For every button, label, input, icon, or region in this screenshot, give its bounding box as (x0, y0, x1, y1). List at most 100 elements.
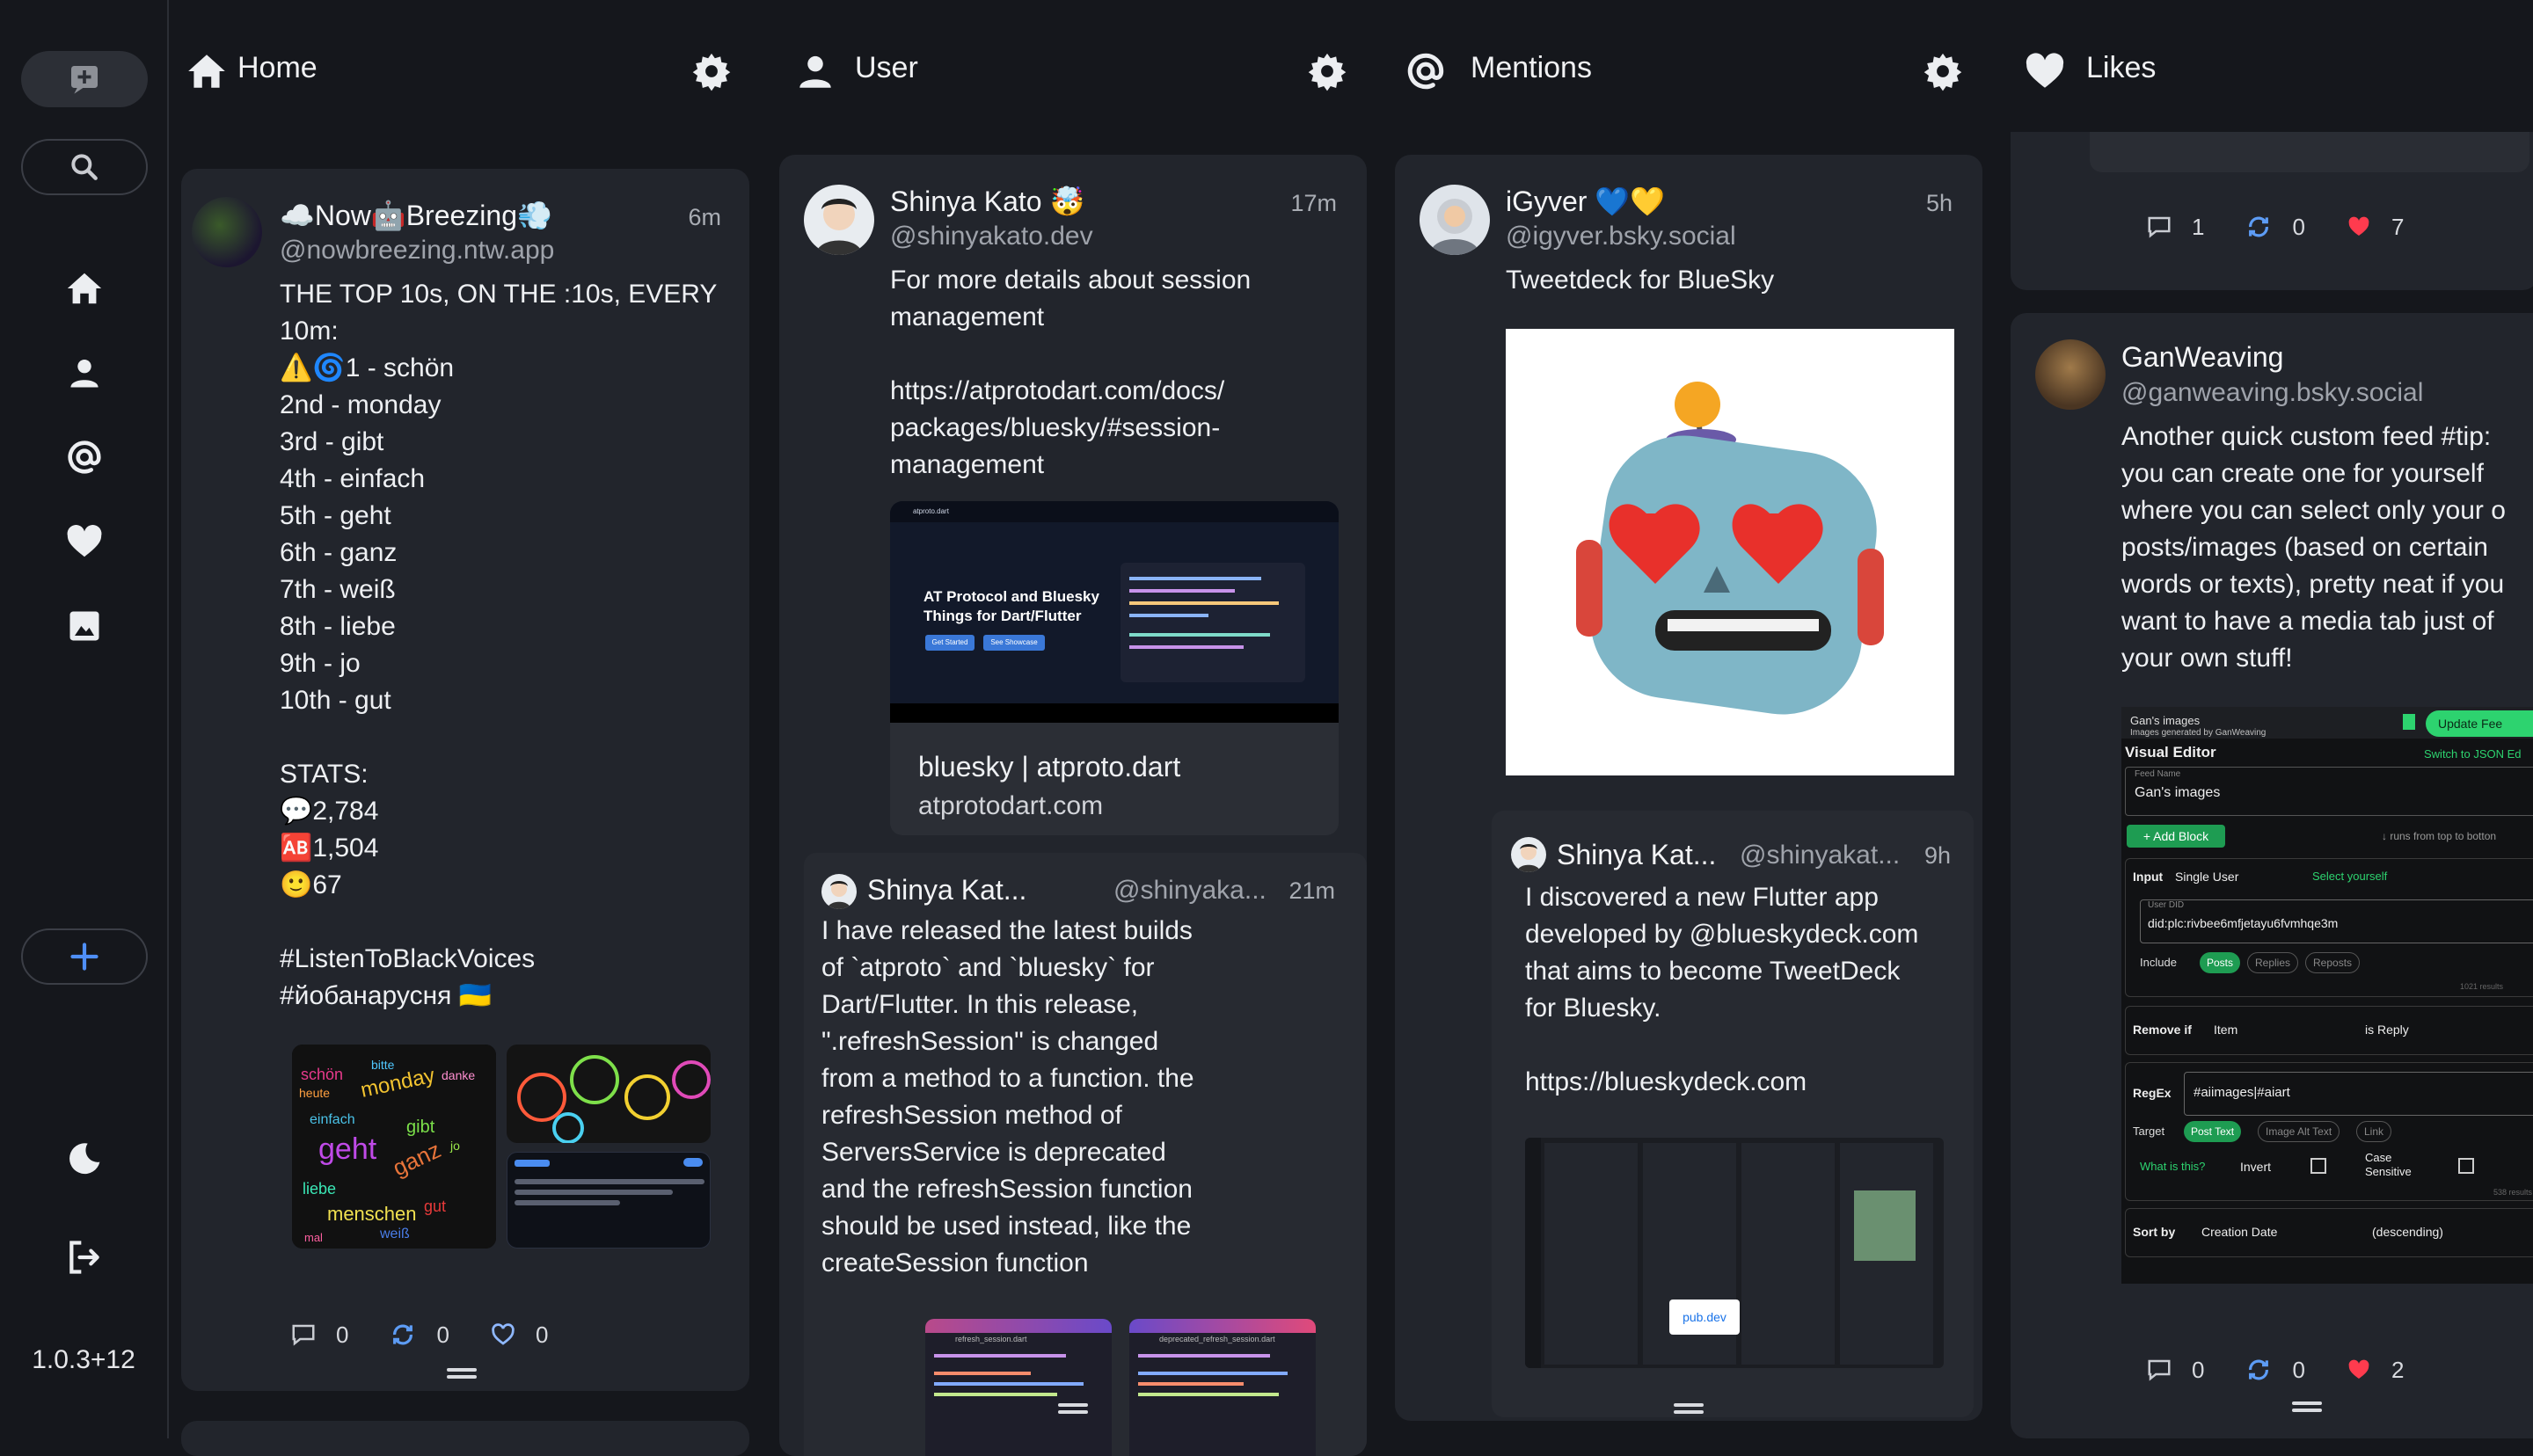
reply-count: 1 (2192, 213, 2205, 240)
column-title: Mentions (1471, 51, 1592, 84)
post-time: 17m (1290, 190, 1337, 216)
wordcloud-image[interactable]: schön monday einfach gibt geht ganz lieb… (292, 1045, 496, 1249)
repost-button[interactable]: 0 (2245, 1356, 2305, 1384)
quote-avatar[interactable] (1511, 837, 1546, 872)
reply-count: 0 (336, 1321, 349, 1348)
runs-hint: ↓ runs from top to botton (2382, 830, 2497, 842)
avatar[interactable] (192, 197, 262, 267)
post-card[interactable]: iGyver 💙💛 5h @igyver.bsky.social Tweetde… (1395, 155, 1982, 1421)
results-count: 1021 results (2460, 982, 2504, 991)
sort-value: Creation Date (2201, 1225, 2278, 1239)
sidebar-media[interactable] (60, 601, 109, 651)
wordcloud-word: einfach (310, 1112, 355, 1127)
like-button[interactable]: 0 (490, 1321, 548, 1349)
compose-button[interactable] (21, 51, 148, 107)
link-domain: atprotodart.com (918, 791, 1104, 820)
author-name[interactable]: iGyver 💙💛 (1506, 185, 1665, 218)
app-screenshot[interactable]: pub.dev (1525, 1138, 1944, 1368)
gear-icon[interactable] (1307, 51, 1347, 91)
post-card[interactable]: 1 0 7 (2011, 132, 2533, 290)
post-card[interactable] (181, 1421, 749, 1456)
author-name[interactable]: Shinya Kato 🤯 (890, 185, 1084, 218)
feed-name-value: Gan's images (2135, 785, 2221, 800)
heart-filled-icon (2348, 1359, 2369, 1379)
code-image[interactable]: refresh_session.dart (925, 1319, 1112, 1456)
user-icon (70, 359, 99, 388)
avatar[interactable] (1420, 185, 1490, 255)
chip-post-text: Post Text (2184, 1121, 2242, 1142)
quote-text: I discovered a new Flutter app developed… (1525, 883, 1919, 1096)
repost-icon (2249, 216, 2269, 237)
post-text: Another quick custom feed #tip: you can … (2121, 422, 2506, 673)
chip-link: Link (2356, 1121, 2392, 1142)
like-count: 0 (535, 1321, 549, 1348)
post-actions: 0 0 0 (290, 1321, 588, 1349)
robot-emoji-image[interactable] (1506, 329, 1954, 775)
drag-handle[interactable] (447, 1368, 477, 1379)
post-text: Tweetdeck for BlueSky (1506, 266, 1775, 295)
logout-icon (69, 1241, 99, 1274)
drag-handle[interactable] (2292, 1401, 2322, 1412)
post-card[interactable]: GanWeaving @ganweaving.bsky.social Anoth… (2011, 313, 2533, 1438)
reply-button[interactable]: 0 (290, 1321, 348, 1349)
heart-outline-icon (492, 1323, 515, 1345)
quote-time: 21m (1288, 877, 1335, 904)
search-button[interactable] (21, 139, 148, 195)
repost-icon (2249, 1359, 2269, 1380)
sidebar: 1.0.3+12 (0, 0, 169, 1438)
author-handle[interactable]: @shinyakato.dev (890, 222, 1093, 251)
author-handle[interactable]: @igyver.bsky.social (1506, 222, 1736, 251)
moon-icon (69, 1143, 100, 1175)
quote-author-handle[interactable]: @shinyakat... (1740, 841, 1900, 870)
wordcloud-word: jo (449, 1139, 460, 1153)
gear-icon[interactable] (1923, 51, 1963, 91)
column-likes: Likes 1 0 7 GanWeaving @ganweaving.bsky.… (2005, 0, 2533, 1438)
sidebar-user[interactable] (60, 348, 109, 397)
column-header: User (774, 0, 1372, 141)
quote-text: I have released the latest builds of `at… (821, 916, 1194, 1278)
logout-button[interactable] (60, 1233, 109, 1282)
avatar[interactable] (804, 185, 874, 255)
author-name[interactable]: GanWeaving (2121, 341, 2283, 374)
code-image[interactable]: deprecated_refresh_session.dart (1129, 1319, 1316, 1456)
quote-author-name[interactable]: Shinya Kat... (1557, 839, 1716, 871)
column-home: Home ☁️Now🤖Breezing💨 6m @nowbreezing.ntw… (176, 0, 756, 1456)
add-column-button[interactable] (21, 928, 148, 985)
quote-avatar[interactable] (821, 874, 857, 909)
visual-editor-title: Visual Editor (2125, 744, 2216, 761)
reply-icon (2148, 216, 2171, 238)
repost-button[interactable]: 0 (389, 1321, 449, 1349)
reply-button[interactable]: 1 (2146, 214, 2204, 241)
emoji-sticker-image[interactable] (507, 1045, 711, 1143)
column-title: User (855, 51, 918, 84)
search-icon (71, 154, 98, 180)
app-version: 1.0.3+12 (32, 1345, 135, 1374)
image-icon (69, 611, 99, 641)
avatar[interactable] (2035, 339, 2106, 410)
theme-toggle[interactable] (60, 1134, 109, 1183)
sidebar-home[interactable] (60, 264, 109, 313)
repost-count: 0 (2292, 1356, 2305, 1383)
reply-button[interactable]: 0 (2146, 1357, 2204, 1384)
link-title: bluesky | atproto.dart (918, 751, 1181, 783)
wordcloud-word: menschen (327, 1203, 417, 1225)
screenshot-thumbnail[interactable] (507, 1152, 711, 1249)
repost-button[interactable]: 0 (2245, 213, 2305, 241)
quote-author-name[interactable]: Shinya Kat... (867, 874, 1026, 906)
author-name[interactable]: ☁️Now🤖Breezing💨 (280, 199, 552, 232)
feed-editor-screenshot[interactable]: Gan's images Images generated by GanWeav… (2121, 707, 2533, 1284)
like-button[interactable]: 2 (2346, 1357, 2404, 1384)
post-card[interactable]: Shinya Kato 🤯 17m @shinyakato.dev For mo… (779, 155, 1367, 1456)
sidebar-likes[interactable] (60, 517, 109, 566)
drag-handle[interactable] (1058, 1403, 1088, 1414)
post-card[interactable]: ☁️Now🤖Breezing💨 6m @nowbreezing.ntw.app … (181, 169, 749, 1391)
sidebar-mentions[interactable] (60, 433, 109, 482)
drag-handle[interactable] (1674, 1403, 1704, 1414)
like-button[interactable]: 7 (2346, 214, 2404, 241)
gear-icon[interactable] (691, 51, 732, 91)
link-card[interactable]: atproto.dart AT Protocol and Bluesky Thi… (890, 501, 1339, 835)
author-handle[interactable]: @nowbreezing.ntw.app (280, 236, 554, 266)
quote-author-handle[interactable]: @shinyaka... (1113, 876, 1266, 906)
author-handle[interactable]: @ganweaving.bsky.social (2121, 378, 2423, 408)
wordcloud-word: geht (318, 1132, 377, 1166)
